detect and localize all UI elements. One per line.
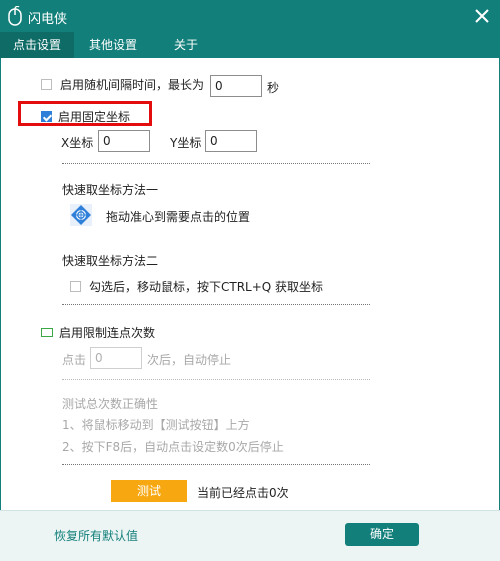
test-step-1: 1、将鼠标移动到【测试按钮】上方 [62, 418, 250, 432]
method1-description: 拖动准心到需要点击的位置 [106, 210, 251, 224]
divider [62, 464, 370, 465]
window-title: 闪电侠 [28, 12, 68, 27]
random-interval-checkbox[interactable] [41, 79, 52, 90]
limit-clicks-label: 启用限制连点次数 [59, 326, 156, 340]
method2-checkbox[interactable] [70, 281, 81, 292]
divider [62, 304, 370, 305]
tab-other-settings[interactable]: 其他设置 [78, 32, 148, 58]
random-interval-row: 启用随机间隔时间，最长为 [41, 76, 204, 93]
y-coord-label: Y坐标 [170, 136, 202, 150]
fixed-coord-row: 启用固定坐标 [41, 108, 130, 125]
tab-click-settings[interactable]: 点击设置 [0, 32, 74, 58]
method2-row: 勾选后，移动鼠标，按下CTRL+Q 获取坐标 [70, 278, 323, 295]
click-count-input[interactable] [90, 347, 142, 369]
footer: 恢复所有默认值 确定 [0, 510, 500, 561]
divider [62, 379, 370, 380]
app-window: 闪电侠 点击设置 其他设置 关于 启用随机间隔时间，最长为 秒 启用固定坐标 X… [0, 0, 500, 561]
click-count-suffix: 次后，自动停止 [147, 353, 232, 367]
tab-about[interactable]: 关于 [160, 32, 212, 58]
ok-button[interactable]: 确定 [345, 523, 419, 546]
test-step-2: 2、按下F8后，自动点击设定数0次后停止 [62, 440, 284, 454]
method2-label: 勾选后，移动鼠标，按下CTRL+Q 获取坐标 [89, 280, 324, 294]
test-section-title: 测试总次数正确性 [62, 397, 159, 411]
method2-title: 快速取坐标方法二 [62, 254, 159, 268]
method1-title: 快速取坐标方法一 [62, 183, 159, 197]
fixed-coord-checkbox[interactable] [41, 111, 52, 122]
divider [62, 163, 370, 164]
y-coord-input[interactable] [205, 130, 257, 152]
limit-clicks-row: 启用限制连点次数 [41, 324, 155, 341]
tab-bar: 点击设置 其他设置 关于 [0, 32, 500, 58]
crosshair-icon[interactable] [70, 204, 92, 226]
limit-clicks-checkbox[interactable] [41, 328, 53, 337]
x-coord-input[interactable] [98, 130, 150, 152]
random-interval-input[interactable] [210, 75, 262, 97]
restore-defaults-link[interactable]: 恢复所有默认值 [54, 527, 138, 544]
test-button[interactable]: 测试 [111, 480, 187, 502]
close-icon[interactable] [472, 6, 492, 26]
seconds-unit: 秒 [267, 81, 280, 95]
fixed-coord-label: 启用固定坐标 [58, 110, 131, 124]
click-count-prefix: 点击 [62, 353, 87, 367]
title-bar[interactable]: 闪电侠 [0, 0, 500, 32]
click-status: 当前已经点击0次 [197, 486, 289, 500]
x-coord-label: X坐标 [61, 136, 94, 150]
random-interval-label: 启用随机间隔时间，最长为 [60, 78, 205, 92]
mouse-icon [8, 6, 22, 26]
